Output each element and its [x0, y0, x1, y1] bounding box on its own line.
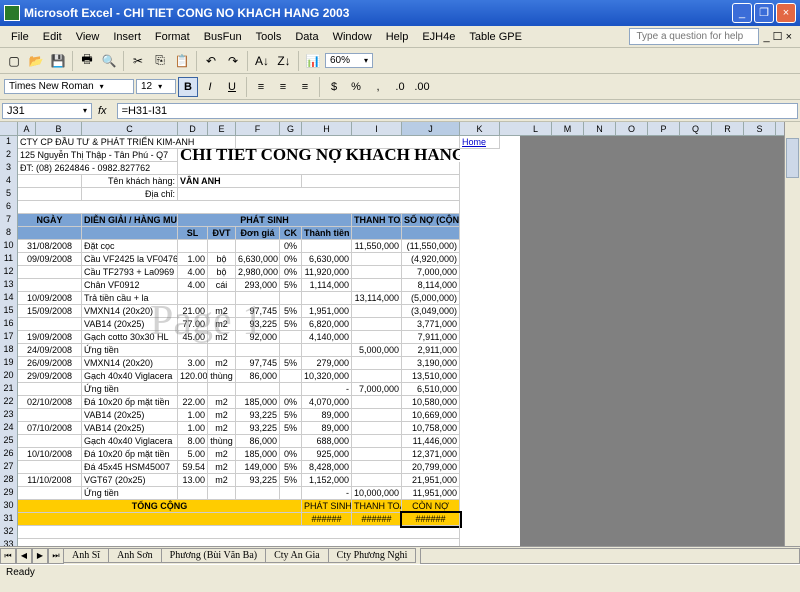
align-center-icon[interactable]: ≡ [273, 77, 293, 97]
maximize-button[interactable]: ❐ [754, 3, 774, 23]
window-title: Microsoft Excel - CHI TIET CONG NO KHACH… [24, 6, 730, 20]
titlebar: Microsoft Excel - CHI TIET CONG NO KHACH… [0, 0, 800, 26]
copy-icon[interactable]: ⎘ [150, 51, 170, 71]
column-headers[interactable]: A B C D E F G H I J K [0, 122, 520, 136]
menu-tools[interactable]: Tools [249, 29, 289, 45]
vertical-scrollbar[interactable] [784, 122, 800, 546]
menu-data[interactable]: Data [288, 29, 325, 45]
formatting-toolbar: Times New Roman▾ 12▾ B I U ≡ ≡ ≡ $ % , .… [0, 74, 800, 100]
redo-icon[interactable]: ↷ [223, 51, 243, 71]
status-bar: Ready [0, 564, 800, 582]
tab-first-icon[interactable]: ⏮ [0, 548, 16, 564]
tab-next-icon[interactable]: ▶ [32, 548, 48, 564]
bold-button[interactable]: B [178, 77, 198, 97]
fx-icon[interactable]: fx [98, 105, 107, 117]
menu-edit[interactable]: Edit [36, 29, 69, 45]
align-right-icon[interactable]: ≡ [295, 77, 315, 97]
minimize-button[interactable]: _ [732, 3, 752, 23]
tab-last-icon[interactable]: ⏭ [48, 548, 64, 564]
menu-window[interactable]: Window [326, 29, 379, 45]
sheet-tab[interactable]: Anh Sĩ [63, 548, 109, 563]
sheet-tab[interactable]: Phương (Bùi Văn Ba) [161, 548, 266, 563]
formula-input[interactable]: =H31-I31 [117, 103, 798, 119]
sort-asc-icon[interactable]: A↓ [252, 51, 272, 71]
horizontal-scrollbar[interactable] [420, 548, 800, 564]
underline-button[interactable]: U [222, 77, 242, 97]
comma-icon[interactable]: , [368, 77, 388, 97]
menu-tablegpe[interactable]: Table GPE [462, 29, 529, 45]
chart-icon[interactable]: 📊 [303, 51, 323, 71]
formula-bar: J31▾ fx =H31-I31 [0, 100, 800, 122]
new-icon[interactable]: ▢ [4, 51, 24, 71]
menu-ejh4e[interactable]: EJH4e [415, 29, 462, 45]
empty-gray-area: LM NO PQ RS [520, 122, 800, 546]
align-left-icon[interactable]: ≡ [251, 77, 271, 97]
menu-busfun[interactable]: BusFun [197, 29, 249, 45]
cut-icon[interactable]: ✂ [128, 51, 148, 71]
menu-file[interactable]: File [4, 29, 36, 45]
sheet-tab[interactable]: Cty An Gia [265, 548, 329, 563]
menu-insert[interactable]: Insert [106, 29, 148, 45]
open-icon[interactable]: 📂 [26, 51, 46, 71]
excel-icon [4, 5, 20, 21]
menu-view[interactable]: View [69, 29, 107, 45]
name-box[interactable]: J31▾ [2, 103, 92, 119]
decrease-decimal-icon[interactable]: .00 [412, 77, 432, 97]
sheet-tab[interactable]: Cty Phương Nghi [328, 548, 417, 563]
font-name-combo[interactable]: Times New Roman▾ [4, 79, 134, 94]
close-button[interactable]: × [776, 3, 796, 23]
zoom-combo[interactable]: 60%▾ [325, 53, 373, 68]
worksheet-area: A B C D E F G H I J K 1CTY CP ĐẦU TƯ & P… [0, 122, 800, 546]
sheet-tab[interactable]: Anh Sơn [108, 548, 162, 563]
standard-toolbar: ▢ 📂 💾 🖶 🔍 ✂ ⎘ 📋 ↶ ↷ A↓ Z↓ 📊 60%▾ [0, 48, 800, 74]
currency-icon[interactable]: $ [324, 77, 344, 97]
menu-format[interactable]: Format [148, 29, 197, 45]
menubar: File Edit View Insert Format BusFun Tool… [0, 26, 800, 48]
tab-prev-icon[interactable]: ◀ [16, 548, 32, 564]
sort-desc-icon[interactable]: Z↓ [274, 51, 294, 71]
increase-decimal-icon[interactable]: .0 [390, 77, 410, 97]
undo-icon[interactable]: ↶ [201, 51, 221, 71]
preview-icon[interactable]: 🔍 [99, 51, 119, 71]
sheet-tabs-bar: ⏮ ◀ ▶ ⏭ Anh Sĩ Anh Sơn Phương (Bùi Văn B… [0, 546, 800, 564]
help-search[interactable] [629, 28, 759, 45]
sheet-pane[interactable]: A B C D E F G H I J K 1CTY CP ĐẦU TƯ & P… [0, 122, 520, 546]
paste-icon[interactable]: 📋 [172, 51, 192, 71]
save-icon[interactable]: 💾 [48, 51, 68, 71]
print-icon[interactable]: 🖶 [77, 51, 97, 71]
font-size-combo[interactable]: 12▾ [136, 79, 176, 94]
menu-help[interactable]: Help [379, 29, 416, 45]
italic-button[interactable]: I [200, 77, 220, 97]
percent-icon[interactable]: % [346, 77, 366, 97]
